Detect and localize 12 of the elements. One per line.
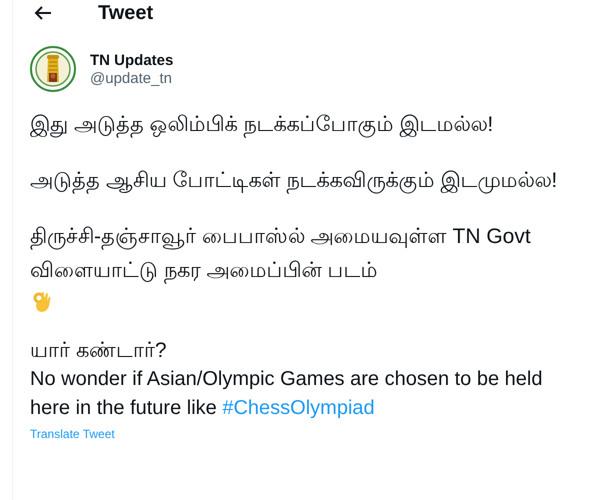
translate-link[interactable]: Translate Tweet bbox=[30, 427, 115, 441]
author-handle: @update_tn bbox=[90, 70, 173, 86]
back-button[interactable] bbox=[32, 4, 54, 22]
page-title: Tweet bbox=[98, 2, 154, 24]
tweet-text: No wonder if Asian/Olympic Games are chosen to be held here in the future like #ChessOlympiad bbox=[30, 367, 544, 421]
tweet-text: அடுத்த ஆசிய போட்டிகள் நடக்கவிருக்கும் இடமுமல்ல! bbox=[30, 168, 558, 196]
tweet-text: யார் கண்டார்? bbox=[30, 338, 168, 364]
hashtag-link[interactable]: #ChessOlympiad bbox=[222, 397, 375, 419]
avatar-icon bbox=[30, 46, 76, 92]
tweet-text: இது அடுத்த ஒலிம்பிக் நடக்கப்போகும் இடமல்ல! bbox=[30, 112, 494, 140]
author-name: TN Updates bbox=[90, 52, 174, 68]
tweet-text: திருச்சி-தஞ்சாவூர் பைபாஸ்ல் அமையவுள்ள TN Govt விளையாட்டு நகர அமைப்பின் படம் bbox=[30, 224, 532, 286]
